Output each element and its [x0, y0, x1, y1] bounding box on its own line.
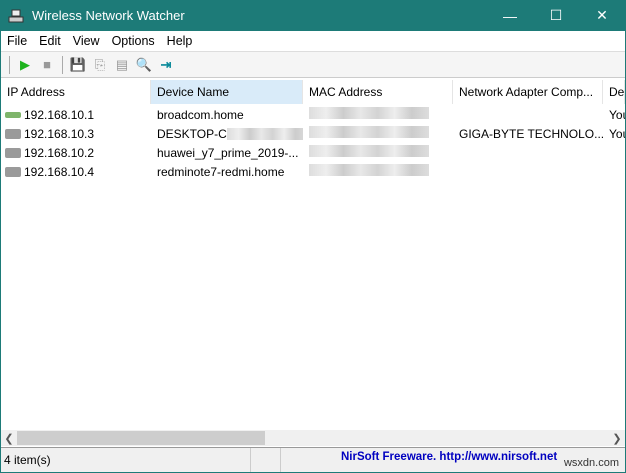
horizontal-scrollbar[interactable]: ❮ ❯ — [1, 430, 625, 446]
menu-help[interactable]: Help — [161, 34, 199, 48]
column-adapter-company[interactable]: Network Adapter Comp... — [453, 80, 603, 104]
start-icon[interactable]: ▶ — [14, 54, 36, 76]
item-count: 4 item(s) — [1, 448, 251, 472]
scroll-right-icon[interactable]: ❯ — [609, 432, 625, 445]
device-name: DESKTOP-C — [151, 127, 303, 141]
device-info: You — [609, 107, 625, 122]
device-name: huawei_y7_prime_2019-... — [157, 145, 299, 160]
find-icon[interactable]: 🔍 — [133, 54, 155, 76]
toolbar: ▶ ■ 💾 ⎘ ▤ 🔍 ⇥ — [1, 52, 625, 78]
toolbar-separator — [9, 55, 10, 74]
device-name: redminote7-redmi.home — [157, 164, 285, 179]
save-icon[interactable]: 💾 — [67, 54, 89, 76]
ip-address: 192.168.10.4 — [24, 164, 95, 179]
column-mac-address[interactable]: MAC Address — [303, 80, 453, 104]
ip-address: 192.168.10.3 — [24, 126, 95, 141]
window-title: Wireless Network Watcher — [32, 8, 185, 23]
column-device-name[interactable]: Device Name — [151, 80, 303, 104]
menu-bar: File Edit View Options Help — [1, 31, 625, 52]
menu-file[interactable]: File — [1, 34, 33, 48]
table-row[interactable]: 192.168.10.4 redminote7-redmi.home — [1, 162, 625, 181]
device-list: IP Address Device Name MAC Address Netwo… — [1, 80, 625, 430]
title-bar: Wireless Network Watcher — ☐ ✕ — [1, 0, 625, 31]
mac-address-redacted — [303, 145, 453, 160]
nirsoft-link[interactable]: NirSoft Freeware. http://www.nirsoft.net — [281, 451, 557, 463]
scrollbar-thumb[interactable] — [17, 431, 265, 445]
network-app-icon — [8, 9, 24, 22]
stop-icon[interactable]: ■ — [36, 54, 58, 76]
computer-icon — [5, 128, 21, 139]
scroll-left-icon[interactable]: ❮ — [1, 432, 17, 445]
table-row[interactable]: 192.168.10.3 DESKTOP-C GIGA-BYTE TECHNOL… — [1, 124, 625, 143]
copy-icon[interactable]: ⎘ — [89, 54, 111, 76]
app-window: Wireless Network Watcher — ☐ ✕ File Edit… — [1, 0, 625, 472]
table-row[interactable]: 192.168.10.1 broadcom.home You — [1, 105, 625, 124]
close-button[interactable]: ✕ — [579, 0, 625, 31]
adapter-company: GIGA-BYTE TECHNOLO... — [459, 126, 603, 141]
device-info: You — [609, 126, 625, 141]
column-ip-address[interactable]: IP Address — [1, 80, 151, 104]
toolbar-separator — [62, 55, 63, 74]
device-name: broadcom.home — [157, 107, 244, 122]
menu-edit[interactable]: Edit — [33, 34, 67, 48]
computer-icon — [5, 166, 21, 177]
properties-icon[interactable]: ▤ — [111, 54, 133, 76]
router-icon — [5, 111, 21, 118]
mac-address-redacted — [303, 126, 453, 141]
status-bar: 4 item(s) NirSoft Freeware. http://www.n… — [1, 447, 625, 472]
minimize-button[interactable]: — — [487, 0, 533, 31]
ip-address: 192.168.10.1 — [24, 107, 95, 122]
watermark: wsxdn.com — [563, 457, 619, 469]
maximize-button[interactable]: ☐ — [533, 0, 579, 31]
mac-address-redacted — [303, 164, 453, 179]
column-device-info[interactable]: Dev — [603, 80, 625, 104]
menu-view[interactable]: View — [67, 34, 106, 48]
exit-icon[interactable]: ⇥ — [155, 54, 177, 76]
mac-address-redacted — [303, 107, 453, 122]
table-row[interactable]: 192.168.10.2 huawei_y7_prime_2019-... — [1, 143, 625, 162]
menu-options[interactable]: Options — [106, 34, 161, 48]
ip-address: 192.168.10.2 — [24, 145, 95, 160]
list-header: IP Address Device Name MAC Address Netwo… — [1, 80, 625, 104]
computer-icon — [5, 147, 21, 158]
